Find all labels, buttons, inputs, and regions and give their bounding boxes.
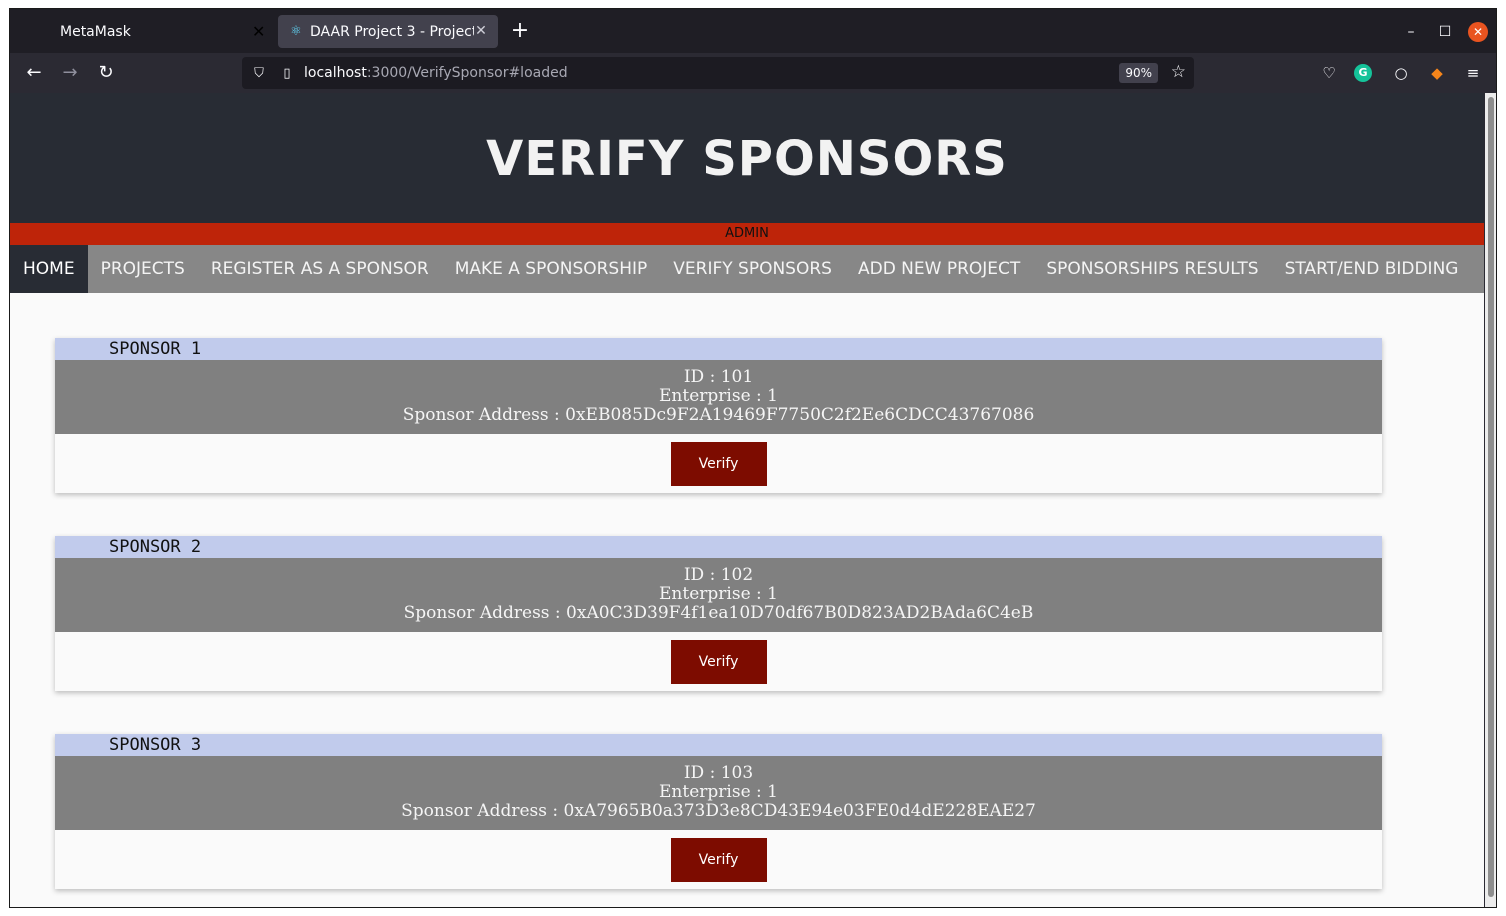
menu-item-register-sponsor[interactable]: REGISTER AS A SPONSOR (198, 245, 442, 293)
verify-button[interactable]: Verify (670, 837, 767, 882)
vertical-scrollbar[interactable] (1485, 93, 1496, 907)
back-arrow-icon[interactable]: ← (20, 61, 48, 85)
hamburger-menu-icon[interactable]: ≡ (1462, 62, 1484, 84)
sponsor-heading: SPONSOR 1 (55, 338, 1382, 360)
minimize-icon[interactable]: – (1400, 21, 1422, 43)
sponsor-card: SPONSOR 2 ID : 102 Enterprise : 1 Sponso… (55, 536, 1382, 691)
tab-daar-project[interactable]: ⚛ DAAR Project 3 - Project ✕ (278, 15, 498, 48)
url-path: :3000/VerifySponsor#loaded (366, 65, 568, 81)
sponsor-heading: SPONSOR 3 (55, 734, 1382, 756)
new-tab-plus-icon[interactable]: + (508, 19, 532, 43)
menu-item-make-sponsorship[interactable]: MAKE A SPONSORSHIP (442, 245, 661, 293)
sponsor-enterprise: Enterprise : 1 (659, 782, 778, 802)
sponsor-address: Sponsor Address : 0xA0C3D39F4f1ea10D70df… (403, 603, 1034, 623)
menu-item-sponsorship-results[interactable]: SPONSORSHIPS RESULTS (1033, 245, 1271, 293)
page-viewport: VERIFY SPONSORS ADMIN HOME PROJECTS REGI… (10, 93, 1484, 907)
sponsor-details: ID : 103 Enterprise : 1 Sponsor Address … (55, 756, 1382, 830)
tab-title: MetaMask (60, 23, 131, 40)
menu-item-verify-sponsors[interactable]: VERIFY SPONSORS (660, 245, 845, 293)
sponsor-actions: Verify (55, 434, 1382, 493)
sponsor-card: SPONSOR 1 ID : 101 Enterprise : 1 Sponso… (55, 338, 1382, 493)
sponsor-address: Sponsor Address : 0xA7965B0a373D3e8CD43E… (401, 801, 1036, 821)
shield-icon[interactable]: ⛉ (250, 66, 268, 81)
menu-item-projects[interactable]: PROJECTS (88, 245, 198, 293)
menu-item-start-end-bidding[interactable]: START/END BIDDING (1272, 245, 1472, 293)
zoom-level[interactable]: 90% (1119, 63, 1158, 83)
browser-window: MetaMask ✕ ⚛ DAAR Project 3 - Project ✕ … (9, 8, 1497, 908)
bookmark-star-icon[interactable]: ☆ (1171, 62, 1186, 82)
verify-button[interactable]: Verify (670, 639, 767, 684)
extension-circle-icon[interactable]: ○ (1390, 62, 1412, 84)
page-title: VERIFY SPONSORS (486, 131, 1008, 187)
url-bar[interactable]: ⛉ ▯ localhost:3000/VerifySponsor#loaded … (242, 57, 1194, 89)
metamask-fox-icon[interactable]: ◆ (1426, 62, 1448, 84)
maximize-icon[interactable]: ☐ (1434, 21, 1456, 43)
sponsor-heading: SPONSOR 2 (55, 536, 1382, 558)
reload-icon[interactable]: ↻ (92, 61, 120, 85)
sponsor-details: ID : 101 Enterprise : 1 Sponsor Address … (55, 360, 1382, 434)
page-header: VERIFY SPONSORS (10, 93, 1484, 223)
sponsor-actions: Verify (55, 632, 1382, 691)
sponsor-enterprise: Enterprise : 1 (659, 386, 778, 406)
forward-arrow-icon[interactable]: → (56, 61, 84, 85)
pocket-icon[interactable]: ♡ (1318, 62, 1340, 84)
menu-item-home[interactable]: HOME (10, 245, 88, 293)
sponsor-id: ID : 101 (683, 367, 754, 387)
tab-close-icon[interactable]: ✕ (472, 22, 490, 40)
grammarly-icon[interactable]: G (1354, 64, 1372, 82)
page-icon: ▯ (283, 65, 291, 81)
tab-close-icon[interactable]: ✕ (252, 22, 265, 41)
window-close-icon[interactable]: ✕ (1468, 22, 1488, 42)
sponsor-card: SPONSOR 3 ID : 103 Enterprise : 1 Sponso… (55, 734, 1382, 889)
menu-item-add-project[interactable]: ADD NEW PROJECT (845, 245, 1033, 293)
sponsor-id: ID : 102 (683, 565, 754, 585)
sponsor-address: Sponsor Address : 0xEB085Dc9F2A19469F775… (402, 405, 1035, 425)
sponsor-details: ID : 102 Enterprise : 1 Sponsor Address … (55, 558, 1382, 632)
main-menu: HOME PROJECTS REGISTER AS A SPONSOR MAKE… (10, 245, 1484, 293)
tab-strip: MetaMask ✕ ⚛ DAAR Project 3 - Project ✕ … (10, 9, 1496, 53)
tab-metamask[interactable]: MetaMask (10, 15, 276, 48)
tab-title: DAAR Project 3 - Project (310, 23, 474, 40)
react-icon: ⚛ (290, 24, 302, 39)
scrollbar-thumb[interactable] (1488, 97, 1494, 897)
role-banner: ADMIN (10, 223, 1484, 245)
sponsor-actions: Verify (55, 830, 1382, 889)
sponsor-enterprise: Enterprise : 1 (659, 584, 778, 604)
verify-button[interactable]: Verify (670, 441, 767, 486)
url-host: localhost (304, 65, 367, 81)
sponsor-id: ID : 103 (683, 763, 754, 783)
navigation-bar: ← → ↻ ⛉ ▯ localhost:3000/VerifySponsor#l… (10, 53, 1496, 93)
